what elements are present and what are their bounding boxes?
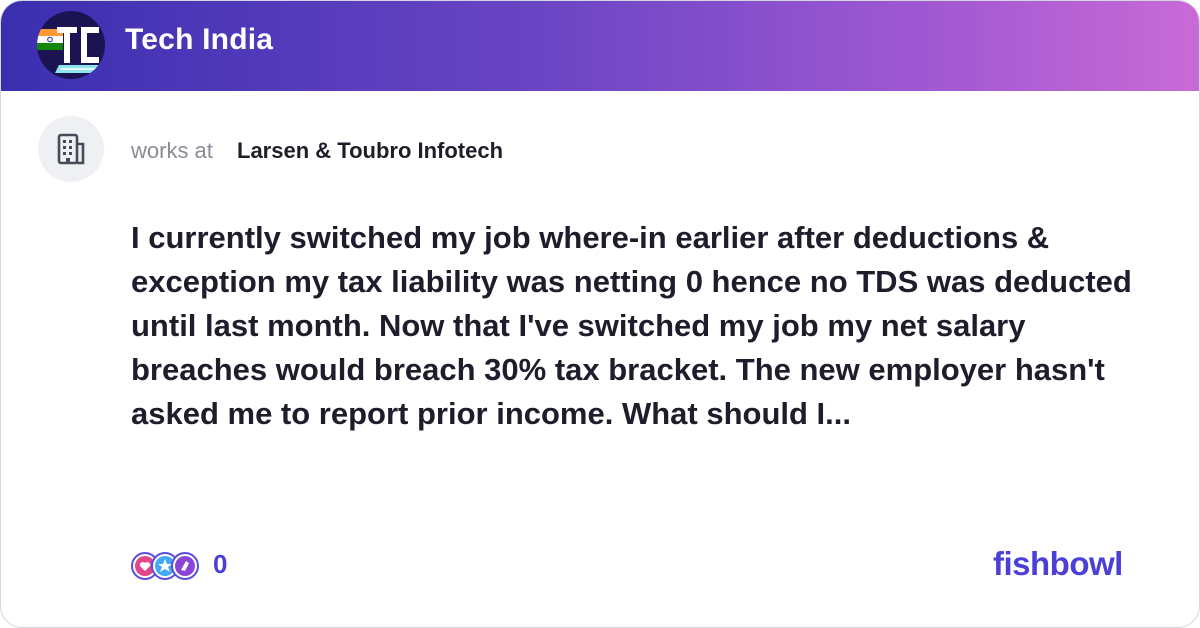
fishbowl-logo[interactable]: fishbowl <box>993 545 1123 583</box>
office-building-icon[interactable] <box>38 116 104 182</box>
reactions-group[interactable] <box>131 549 199 583</box>
works-at-label: works at <box>131 138 213 163</box>
company-name-link[interactable]: Larsen & Toubro Infotech <box>237 138 503 164</box>
post-card[interactable]: Tech India works at Larsen & Toubro Info… <box>0 0 1200 628</box>
reaction-count[interactable]: 0 <box>213 549 227 580</box>
tech-india-bowl-logo-icon[interactable] <box>37 11 105 79</box>
reaction-clap-icon <box>171 552 199 580</box>
bowl-title[interactable]: Tech India <box>125 23 273 57</box>
post-body-text[interactable]: I currently switched my job where-in ear… <box>131 216 1161 436</box>
bowl-header[interactable]: Tech India <box>1 1 1199 91</box>
